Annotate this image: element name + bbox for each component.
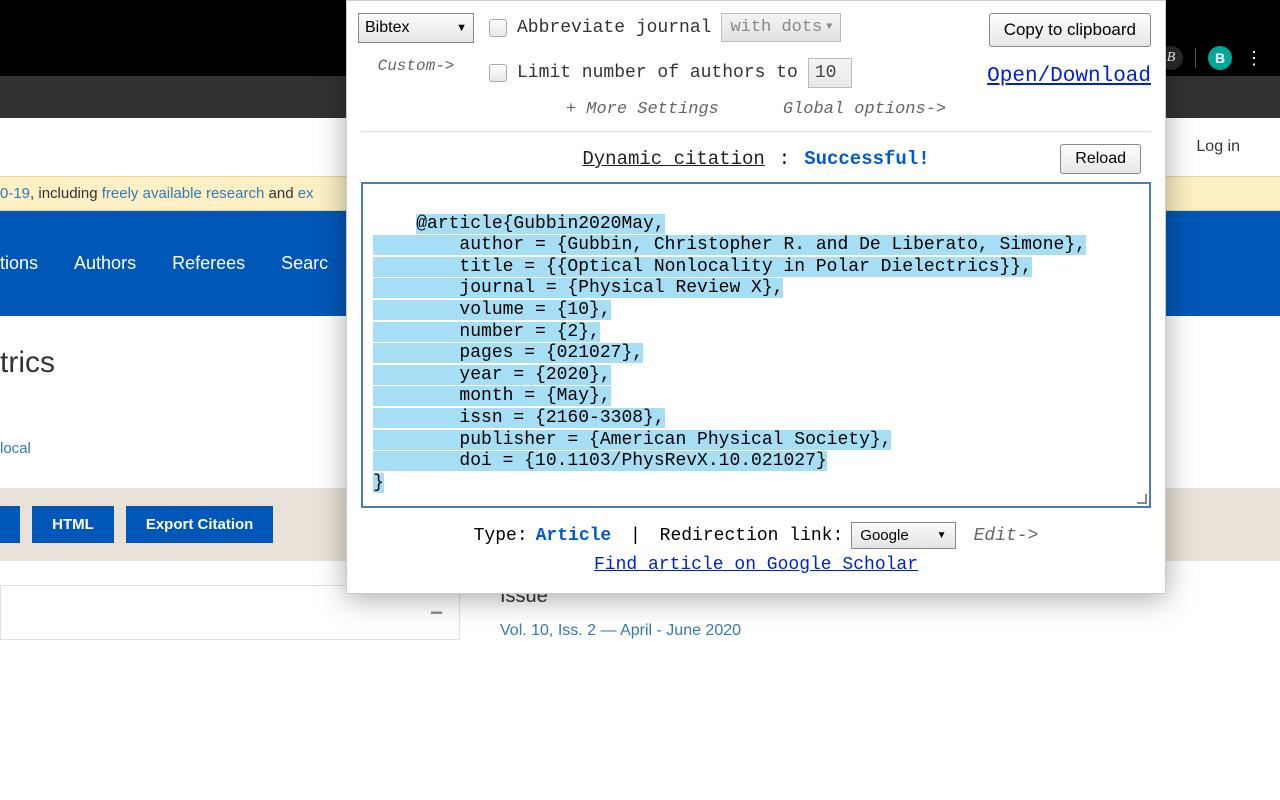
html-button[interactable]: HTML [32,506,114,543]
open-download-link[interactable]: Open/Download [987,65,1151,88]
pdf-button-partial[interactable] [0,506,20,543]
toolbar-separator [1195,48,1196,68]
redirect-select[interactable]: Google ▼ [851,522,955,549]
banner-link-research[interactable]: freely available research [102,185,265,202]
profile-avatar[interactable]: B [1208,46,1232,70]
limit-authors-checkbox[interactable] [489,64,507,82]
edit-link[interactable]: Edit-> [974,526,1039,546]
with-dots-value: with dots [730,18,822,37]
banner-text-2: and [264,185,297,202]
nav-item-authors[interactable]: Authors [74,253,136,274]
nav-item-collections[interactable]: tions [0,253,38,274]
custom-link[interactable]: Custom-> [378,57,455,75]
dynamic-citation-label: Dynamic citation [582,148,764,170]
chevron-down-icon: ▼ [937,530,947,541]
format-select[interactable]: Bibtex ▼ [358,13,474,43]
google-scholar-link[interactable]: Find article on Google Scholar [594,555,918,575]
format-select-value: Bibtex [365,19,409,37]
issue-link[interactable]: Vol. 10, Iss. 2 — April - June 2020 [500,622,741,639]
local-link[interactable]: local [0,440,31,457]
chevron-down-icon: ▼ [826,22,832,33]
reload-button[interactable]: Reload [1060,144,1141,174]
with-dots-select[interactable]: with dots ▼ [721,13,841,42]
banner-link-ex[interactable]: ex [298,185,314,202]
avatar-letter: B [1215,50,1225,66]
export-citation-button[interactable]: Export Citation [126,506,274,543]
banner-text-1: , including [30,185,102,202]
type-label: Type: [474,526,528,546]
citation-extension-popup: Bibtex ▼ Custom-> Abbreviate journal wit… [346,0,1166,594]
resize-handle[interactable] [1135,492,1147,504]
dynamic-citation-status: Successful! [804,148,929,170]
redirect-label: Redirection link: [660,526,844,546]
chevron-down-icon: ▼ [456,22,467,34]
divider [361,131,1151,132]
citation-textarea[interactable]: @article{Gubbin2020May, author = {Gubbin… [361,182,1151,508]
copy-clipboard-button[interactable]: Copy to clipboard [989,13,1151,47]
global-options-link[interactable]: Global options-> [783,100,946,119]
browser-menu-button[interactable]: ⋮ [1244,48,1264,69]
extension-letter: B [1167,50,1176,66]
limit-authors-label: Limit number of authors to [517,63,798,83]
nav-item-referees[interactable]: Referees [172,253,245,274]
dynamic-colon: : [779,148,790,170]
more-settings-link[interactable]: + More Settings [566,100,719,119]
type-separator: | [619,526,651,546]
banner-link-covid[interactable]: 0-19 [0,185,30,202]
abbreviate-checkbox[interactable] [489,19,507,37]
limit-authors-input[interactable] [808,58,852,88]
collapse-toggle[interactable]: − [430,600,443,626]
nav-item-search[interactable]: Searc [281,253,328,274]
login-link[interactable]: Log in [1196,138,1240,156]
redirect-value: Google [860,527,908,544]
type-value: Article [536,526,612,546]
abbreviate-label: Abbreviate journal [517,18,711,38]
